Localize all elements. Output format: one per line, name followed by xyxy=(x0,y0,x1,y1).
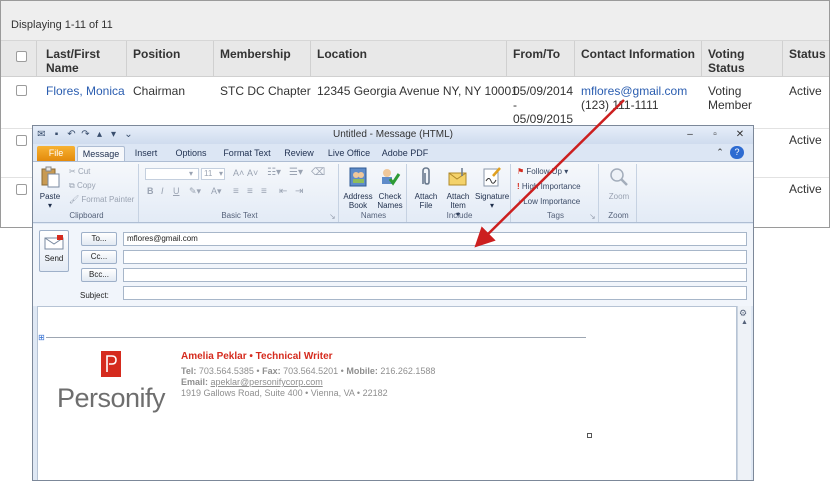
callout-arrow xyxy=(474,99,625,248)
arrow-line xyxy=(474,99,625,248)
